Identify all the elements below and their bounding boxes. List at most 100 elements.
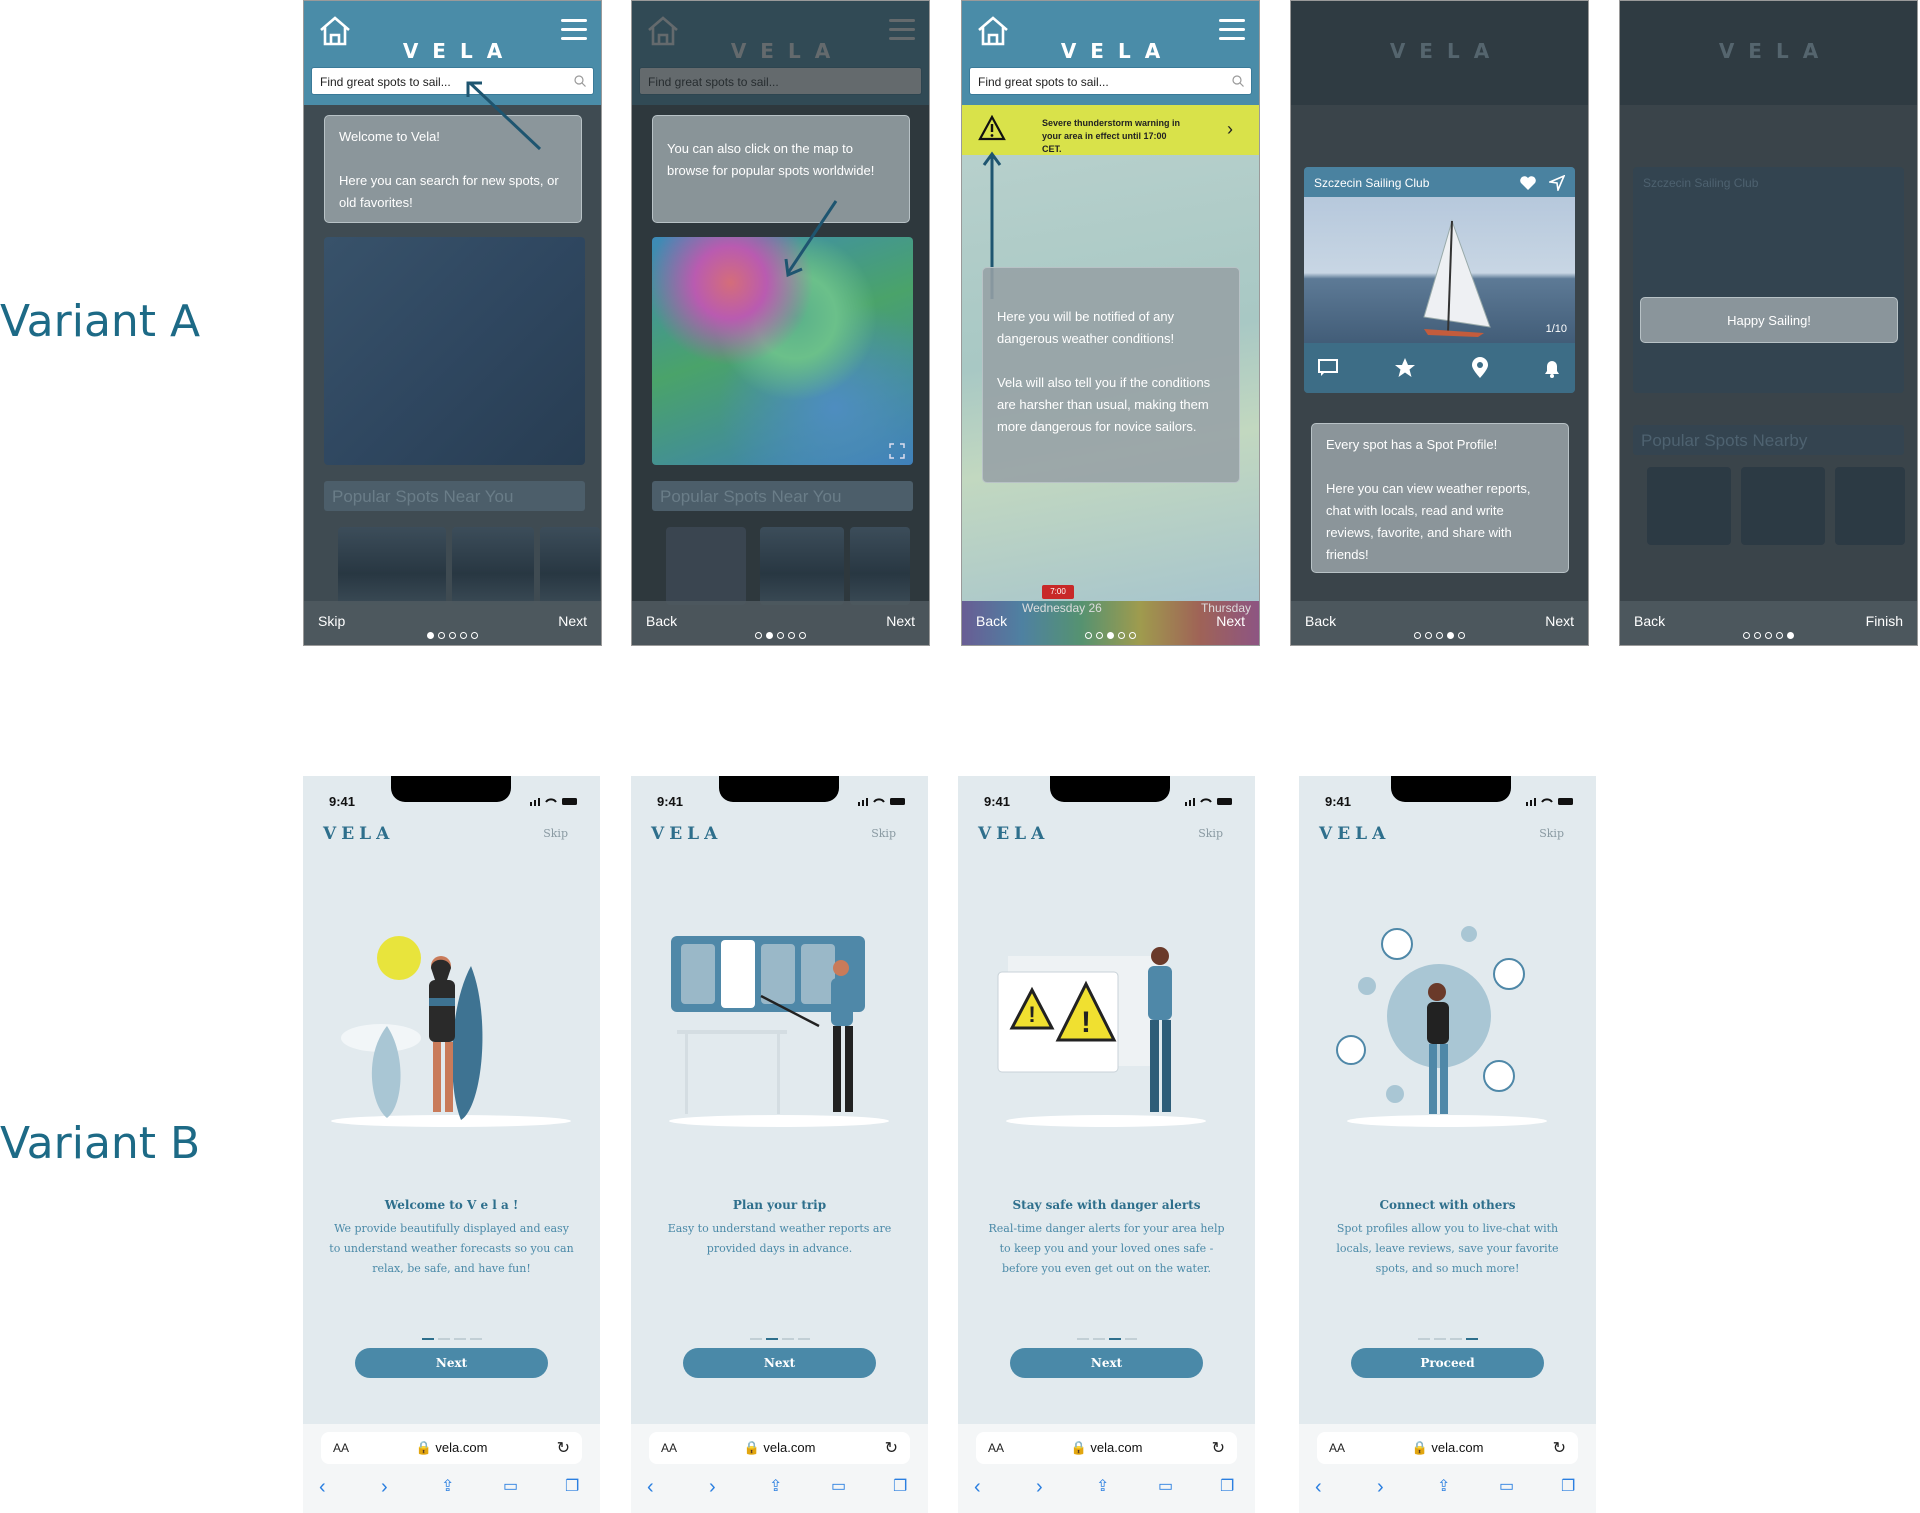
back-button[interactable]: Back: [976, 613, 1007, 629]
forward-arrow-icon[interactable]: ›: [381, 1476, 388, 1499]
url-text: vela.com: [435, 1440, 488, 1455]
bookmarks-icon[interactable]: ▭: [1499, 1476, 1514, 1496]
tabs-icon[interactable]: ❐: [893, 1476, 907, 1496]
share-icon[interactable]: ⇪: [1096, 1476, 1109, 1496]
app-logo: VELA: [651, 824, 723, 844]
menu-icon[interactable]: [1219, 19, 1245, 41]
lock-icon: 🔒: [1411, 1440, 1428, 1455]
navigate-icon[interactable]: [1549, 175, 1565, 191]
forward-arrow-icon[interactable]: ›: [709, 1476, 716, 1499]
chat-icon[interactable]: [1318, 359, 1338, 377]
variant-b-screen-1: 9:41 VELA Skip Welcome to V e l a ! We p…: [303, 776, 600, 1513]
share-icon[interactable]: ⇪: [1437, 1476, 1450, 1496]
menu-icon[interactable]: [561, 19, 587, 41]
back-button[interactable]: Back: [1634, 613, 1665, 629]
share-icon[interactable]: ⇪: [769, 1476, 782, 1496]
sailboat-image: [1423, 219, 1491, 337]
tip-line: You can also click on the map to browse …: [667, 141, 875, 178]
skip-button[interactable]: Skip: [318, 613, 345, 629]
tutorial-tip: Every spot has a Spot Profile! Here you …: [1311, 423, 1569, 573]
spot-photo[interactable]: 1/10: [1304, 197, 1575, 343]
back-button[interactable]: Back: [646, 613, 677, 629]
app-header: VELA Find great spots to sail...: [962, 1, 1259, 105]
weather-alert-banner[interactable]: Severe thunderstorm warning in your area…: [962, 105, 1259, 155]
back-arrow-icon[interactable]: ‹: [1315, 1476, 1322, 1499]
next-button[interactable]: Next: [1216, 613, 1245, 629]
finish-button[interactable]: Finish: [1866, 613, 1903, 629]
time-marker: 7:00: [1042, 585, 1074, 599]
bookmarks-icon[interactable]: ▭: [1158, 1476, 1173, 1496]
tabs-icon[interactable]: ❐: [565, 1476, 579, 1496]
tutorial-tip: You can also click on the map to browse …: [652, 115, 910, 223]
next-button[interactable]: Next: [1010, 1348, 1203, 1378]
reload-icon[interactable]: ↻: [1212, 1438, 1225, 1458]
expand-icon[interactable]: [889, 443, 905, 459]
next-button[interactable]: Next: [886, 613, 915, 629]
share-icon[interactable]: ⇪: [441, 1476, 454, 1496]
reload-icon[interactable]: ↻: [557, 1438, 570, 1458]
next-button[interactable]: Next: [355, 1348, 548, 1378]
bookmarks-icon[interactable]: ▭: [503, 1476, 518, 1496]
search-input[interactable]: Find great spots to sail...: [969, 67, 1252, 95]
skip-link[interactable]: Skip: [1198, 827, 1223, 840]
app-header: VELA: [1291, 1, 1588, 105]
search-icon[interactable]: [573, 74, 587, 88]
danger-alert-illustration: ! !: [997, 947, 1206, 1127]
step-indicator: [958, 1338, 1255, 1340]
skip-link[interactable]: Skip: [871, 827, 896, 840]
map-view[interactable]: [324, 237, 585, 465]
onboarding-description: Spot profiles allow you to live-chat wit…: [1336, 1222, 1559, 1275]
location-pin-icon[interactable]: [1470, 357, 1490, 379]
skip-link[interactable]: Skip: [543, 827, 568, 840]
variant-b-label: Variant B: [0, 1118, 201, 1169]
next-button[interactable]: Next: [558, 613, 587, 629]
forward-arrow-icon[interactable]: ›: [1377, 1476, 1384, 1499]
back-arrow-icon[interactable]: ‹: [647, 1476, 654, 1499]
tabs-icon[interactable]: ❐: [1561, 1476, 1575, 1496]
address-bar[interactable]: AA 🔒 vela.com ↻: [649, 1432, 910, 1464]
bookmarks-icon[interactable]: ▭: [831, 1476, 846, 1496]
bell-icon[interactable]: [1542, 357, 1562, 379]
app-header: VELA: [1620, 1, 1917, 105]
phone-notch: [1050, 776, 1170, 802]
back-arrow-icon[interactable]: ‹: [319, 1476, 326, 1499]
browser-toolbar: AA 🔒 vela.com ↻ ‹ › ⇪ ▭ ❐: [958, 1424, 1255, 1513]
tutorial-tip: Happy Sailing!: [1640, 297, 1898, 343]
onboarding-title: Connect with others: [1379, 1198, 1516, 1212]
spot-title: Szczecin Sailing Club: [1314, 176, 1430, 190]
reload-icon[interactable]: ↻: [885, 1438, 898, 1458]
onboarding-description: We provide beautifully displayed and eas…: [329, 1222, 574, 1275]
next-button[interactable]: Next: [683, 1348, 876, 1378]
section-title: Popular Spots Near You: [324, 481, 585, 511]
step-indicator: [303, 1338, 600, 1340]
search-icon[interactable]: [1231, 74, 1245, 88]
onboarding-description: Real-time danger alerts for your area he…: [988, 1222, 1225, 1275]
url-text: vela.com: [1090, 1440, 1143, 1455]
search-placeholder: Find great spots to sail...: [978, 75, 1109, 89]
browser-toolbar: AA 🔒 vela.com ↻ ‹ › ⇪ ▭ ❐: [303, 1424, 600, 1513]
address-bar[interactable]: AA 🔒 vela.com ↻: [321, 1432, 582, 1464]
next-button[interactable]: Next: [1545, 613, 1574, 629]
back-button[interactable]: Back: [1305, 613, 1336, 629]
star-icon[interactable]: [1394, 357, 1416, 379]
proceed-button[interactable]: Proceed: [1351, 1348, 1544, 1378]
phone-notch: [1391, 776, 1511, 802]
forward-arrow-icon[interactable]: ›: [1036, 1476, 1043, 1499]
page-dots: [304, 632, 601, 639]
app-header: VELA Find great spots to sail...: [304, 1, 601, 105]
variant-b-screen-3: 9:41 VELA Skip ! ! Stay safe with danger…: [958, 776, 1255, 1513]
browser-nav: ‹ › ⇪ ▭ ❐: [631, 1476, 928, 1506]
page-dots: [1620, 632, 1917, 639]
spot-profile-card[interactable]: Szczecin Sailing Club 1/10: [1304, 167, 1575, 393]
address-bar[interactable]: AA 🔒 vela.com ↻: [976, 1432, 1237, 1464]
skip-link[interactable]: Skip: [1539, 827, 1564, 840]
address-bar[interactable]: AA 🔒 vela.com ↻: [1317, 1432, 1578, 1464]
tip-line: Every spot has a Spot Profile!: [1326, 437, 1498, 452]
tabs-icon[interactable]: ❐: [1220, 1476, 1234, 1496]
tip-line: Vela will also tell you if the condition…: [997, 375, 1211, 434]
chevron-right-icon[interactable]: ›: [1227, 119, 1233, 140]
search-input[interactable]: Find great spots to sail...: [311, 67, 594, 95]
heart-icon[interactable]: [1519, 175, 1537, 191]
back-arrow-icon[interactable]: ‹: [974, 1476, 981, 1499]
reload-icon[interactable]: ↻: [1553, 1438, 1566, 1458]
